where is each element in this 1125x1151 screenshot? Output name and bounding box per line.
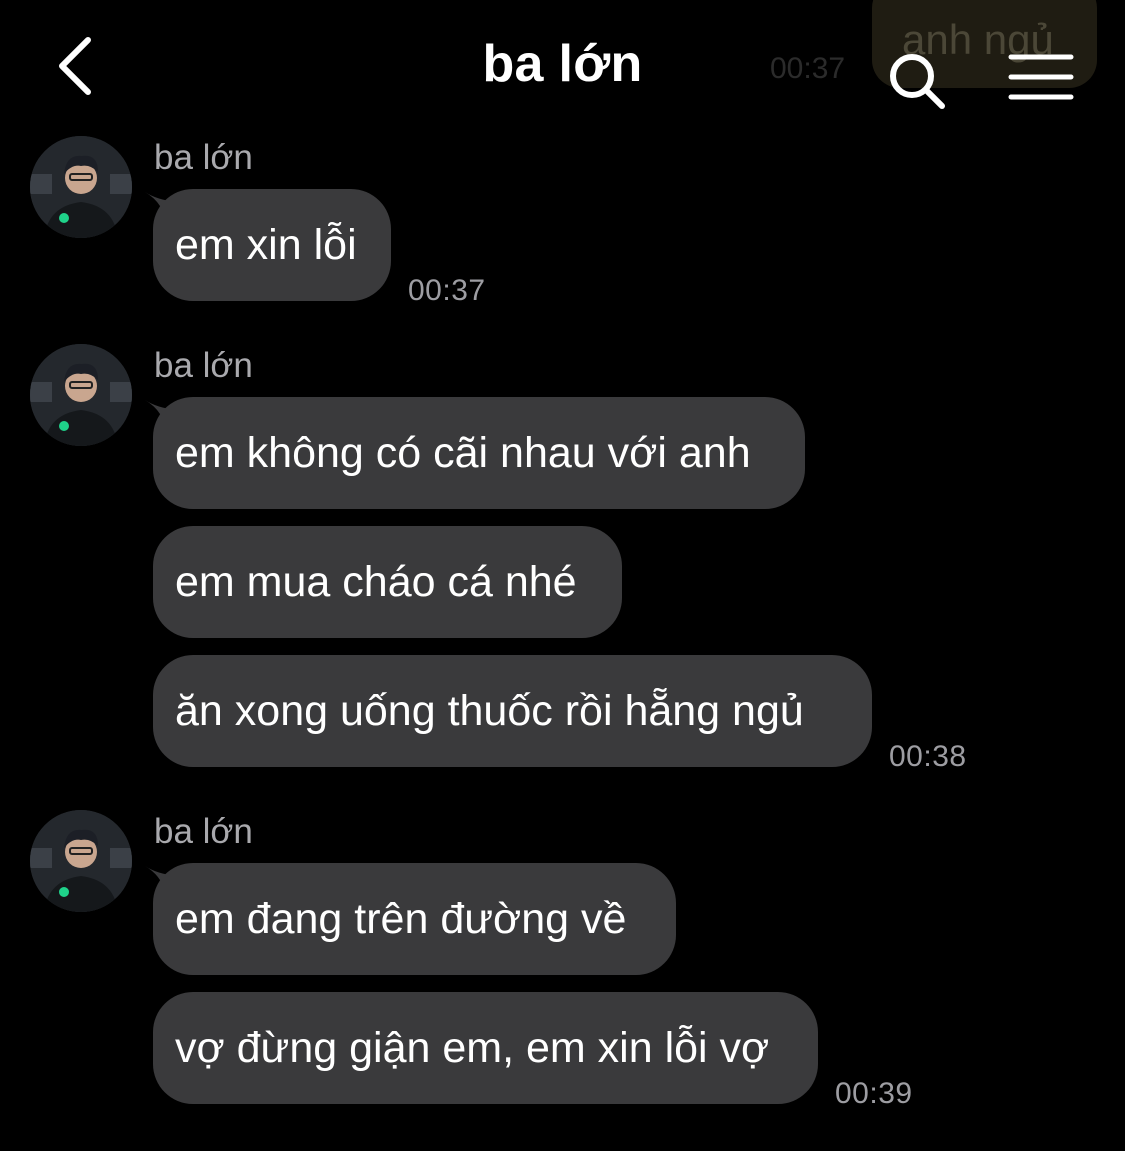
- message-bubble[interactable]: vợ đừng giận em, em xin lỗi vợ: [153, 992, 818, 1104]
- message-text: em đang trên đường về: [175, 894, 627, 943]
- message-text: vợ đừng giận em, em xin lỗi vợ: [175, 1023, 770, 1072]
- message-time: 00:39: [835, 1077, 913, 1110]
- search-icon: [890, 54, 945, 109]
- avatar[interactable]: [30, 344, 132, 446]
- avatar-image: [30, 136, 132, 238]
- message-time: 00:38: [889, 740, 967, 773]
- sender-name: ba lớn: [154, 138, 253, 177]
- sender-name: ba lớn: [154, 812, 253, 851]
- chat-header: ba lớn: [0, 0, 1125, 130]
- message-bubble[interactable]: em không có cãi nhau với anh: [153, 397, 805, 509]
- message-bubble[interactable]: ăn xong uống thuốc rồi hẵng ngủ: [153, 655, 872, 767]
- message-text: em mua cháo cá nhé: [175, 557, 577, 606]
- message-text: ăn xong uống thuốc rồi hẵng ngủ: [175, 686, 804, 735]
- message-time: 00:37: [408, 274, 486, 307]
- message-bubble[interactable]: em xin lỗi: [153, 189, 391, 301]
- message-bubble[interactable]: em đang trên đường về: [153, 863, 676, 975]
- menu-button[interactable]: [1008, 52, 1074, 102]
- message-bubble[interactable]: em mua cháo cá nhé: [153, 526, 622, 638]
- avatar[interactable]: [30, 136, 132, 238]
- avatar[interactable]: [30, 810, 132, 912]
- message-text: em xin lỗi: [175, 220, 357, 269]
- avatar-image: [30, 344, 132, 446]
- message-text: em không có cãi nhau với anh: [175, 428, 751, 477]
- search-button[interactable]: [888, 52, 946, 110]
- chat-title: ba lớn: [482, 35, 643, 93]
- avatar-image: [30, 810, 132, 912]
- menu-icon: [1008, 54, 1074, 100]
- sender-name: ba lớn: [154, 346, 253, 385]
